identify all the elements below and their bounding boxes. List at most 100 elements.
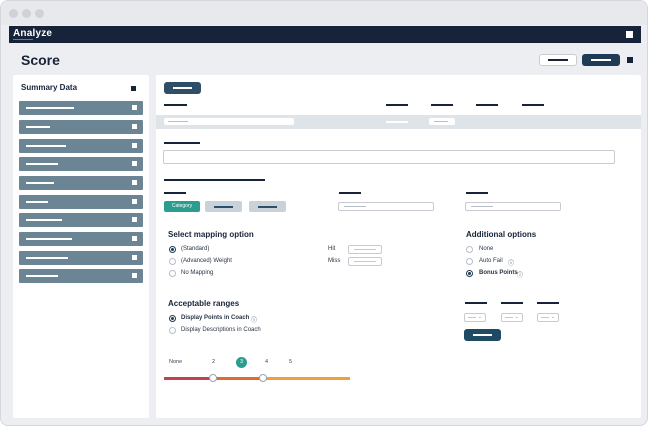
additional-radio-bonus-points[interactable] xyxy=(466,270,473,277)
sidebar-item[interactable] xyxy=(19,176,143,190)
table-row[interactable] xyxy=(156,115,641,129)
additional-radio-auto-fail[interactable] xyxy=(466,258,473,265)
row-cell xyxy=(386,121,408,123)
scale-label[interactable]: None xyxy=(169,359,182,365)
field-label xyxy=(339,192,361,194)
scale-label[interactable]: 2 xyxy=(212,359,215,365)
additional-radio-none[interactable] xyxy=(466,246,473,253)
button-label-placeholder xyxy=(473,334,492,336)
column-header xyxy=(465,302,487,304)
slider-segment-low xyxy=(164,377,214,380)
column-header xyxy=(431,104,453,106)
apply-range-button[interactable] xyxy=(464,329,501,341)
sidebar-item-square-icon xyxy=(132,217,137,222)
filter-chip[interactable] xyxy=(249,201,286,212)
secondary-action-button[interactable] xyxy=(539,54,577,66)
sidebar-item[interactable] xyxy=(19,213,143,227)
sidebar-item[interactable] xyxy=(19,139,143,153)
scale-label[interactable]: 5 xyxy=(289,359,292,365)
sidebar-item[interactable] xyxy=(19,120,143,134)
additional-options-title: Additional options xyxy=(466,230,537,239)
chip-label-placeholder xyxy=(214,206,233,208)
sidebar-item-label xyxy=(26,219,62,221)
range-select[interactable]: ⌄ xyxy=(537,313,559,322)
sidebar-item-square-icon xyxy=(132,273,137,278)
info-icon[interactable]: ⓘ xyxy=(517,270,523,279)
ranges-radio-points[interactable] xyxy=(169,315,176,322)
mapping-radio-standard[interactable] xyxy=(169,246,176,253)
column-header xyxy=(537,302,559,304)
ranges-option-label: Display Points in Coach xyxy=(181,315,250,321)
mapping-option-label: No Mapping xyxy=(181,270,214,276)
main-panel: Category Select mapping option (Standard… xyxy=(156,75,641,418)
sidebar-item[interactable] xyxy=(19,157,143,171)
sidebar-item-label xyxy=(26,107,74,109)
sidebar-item[interactable] xyxy=(19,101,143,115)
input-placeholder xyxy=(354,261,376,262)
column-header xyxy=(501,302,523,304)
field-label xyxy=(466,192,488,194)
window-dot-icon[interactable] xyxy=(35,9,44,18)
info-icon[interactable]: ⓘ xyxy=(251,315,257,324)
filter-chip[interactable] xyxy=(205,201,242,212)
window-dot-icon[interactable] xyxy=(9,9,18,18)
sidebar-item-label xyxy=(26,201,48,203)
primary-action-button[interactable] xyxy=(582,54,620,66)
scale-label-selected[interactable]: 3 xyxy=(236,357,247,368)
cell-placeholder xyxy=(168,121,188,122)
select-placeholder xyxy=(468,317,476,318)
chevron-down-icon: ⌄ xyxy=(514,314,519,320)
more-square-icon[interactable] xyxy=(627,57,633,63)
sidebar-item-label xyxy=(26,145,66,147)
slider-handle[interactable] xyxy=(259,374,267,382)
menu-square-icon[interactable] xyxy=(626,31,633,38)
sidebar-item-square-icon xyxy=(132,143,137,148)
brand-logo[interactable]: Analyze xyxy=(13,28,52,39)
scale-label[interactable]: 4 xyxy=(265,359,268,365)
slider-handle[interactable] xyxy=(209,374,217,382)
window-dot-icon[interactable] xyxy=(22,9,31,18)
sidebar-item-square-icon xyxy=(132,236,137,241)
category-chip[interactable]: Category xyxy=(164,201,200,212)
mapping-radio-none[interactable] xyxy=(169,270,176,277)
top-app-bar: Analyze xyxy=(9,26,641,43)
filter-input[interactable] xyxy=(465,202,561,211)
sidebar-item[interactable] xyxy=(19,232,143,246)
sidebar-item[interactable] xyxy=(19,195,143,209)
field-label xyxy=(164,192,186,194)
name-input[interactable] xyxy=(163,150,615,164)
filter-input[interactable] xyxy=(338,202,434,211)
sidebar-item[interactable] xyxy=(19,269,143,283)
sidebar-item-label xyxy=(26,163,58,165)
sidebar-item[interactable] xyxy=(19,251,143,265)
additional-option-label: Bonus Points xyxy=(479,270,518,276)
mapping-title: Select mapping option xyxy=(168,230,254,239)
button-label-placeholder xyxy=(548,59,568,61)
section-heading xyxy=(164,179,265,181)
info-icon[interactable]: ⓘ xyxy=(508,258,514,267)
mapping-radio-advanced[interactable] xyxy=(169,258,176,265)
main-tag-button[interactable] xyxy=(164,82,201,94)
sidebar-item-label xyxy=(26,275,58,277)
miss-input[interactable] xyxy=(348,257,382,266)
sidebar-collapse-icon[interactable] xyxy=(131,86,136,91)
mapping-option-label: (Standard) xyxy=(181,246,210,252)
sidebar-title: Summary Data xyxy=(21,83,78,92)
hit-input[interactable] xyxy=(348,245,382,254)
button-label-placeholder xyxy=(591,59,611,61)
ranges-title: Acceptable ranges xyxy=(168,299,240,308)
badge-placeholder xyxy=(434,121,448,122)
row-name-cell xyxy=(164,118,294,125)
column-header xyxy=(386,104,408,106)
column-header xyxy=(476,104,498,106)
range-select[interactable]: ⌄ xyxy=(501,313,523,322)
select-placeholder xyxy=(541,317,549,318)
sidebar-item-square-icon xyxy=(132,161,137,166)
chevron-down-icon: ⌄ xyxy=(477,314,482,320)
sidebar-item-label xyxy=(26,257,68,259)
chip-label-placeholder xyxy=(258,206,277,208)
field-label xyxy=(164,142,200,144)
chevron-down-icon: ⌄ xyxy=(550,314,555,320)
range-select[interactable]: ⌄ xyxy=(464,313,486,322)
ranges-radio-descriptions[interactable] xyxy=(169,327,176,334)
